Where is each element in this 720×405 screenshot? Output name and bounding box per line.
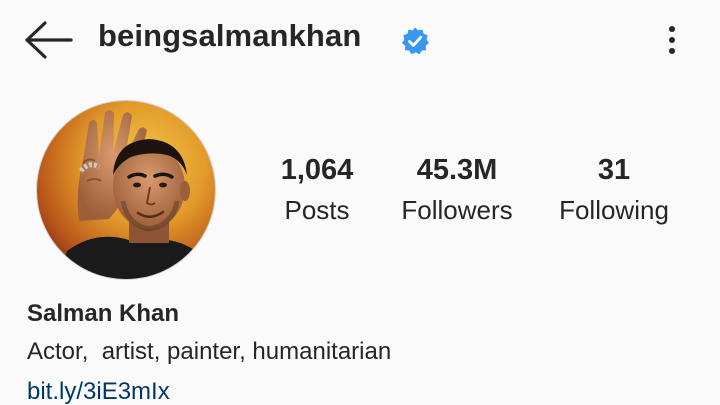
profile-page: beingsalmankhan 1,064 Posts 45.3M Follow… xyxy=(0,0,720,405)
arrow-left-icon xyxy=(25,21,73,59)
followers-count: 45.3M xyxy=(416,154,498,186)
following-count: 31 xyxy=(597,154,631,186)
profile-bio-link[interactable]: bit.ly/3iE3mIx xyxy=(27,378,170,405)
followers-label: Followers xyxy=(401,195,513,225)
back-button[interactable] xyxy=(18,18,76,62)
followers-stat[interactable]: 45.3M Followers xyxy=(390,152,524,230)
profile-photo xyxy=(37,101,215,279)
profile-bio: Actor, artist, painter, humanitarian xyxy=(27,338,392,365)
following-label: Following xyxy=(559,195,669,225)
posts-count: 1,064 xyxy=(280,154,354,186)
top-bar: beingsalmankhan xyxy=(0,0,720,80)
verified-badge-icon xyxy=(402,27,429,55)
following-stat[interactable]: 31 Following xyxy=(550,152,678,230)
profile-avatar[interactable] xyxy=(36,100,216,280)
profile-username: beingsalmankhan xyxy=(98,18,362,53)
posts-label: Posts xyxy=(284,195,350,225)
posts-stat[interactable]: 1,064 Posts xyxy=(258,152,376,230)
more-options-button[interactable] xyxy=(654,18,690,62)
more-vertical-icon xyxy=(669,26,675,54)
profile-full-name: Salman Khan xyxy=(27,300,180,327)
